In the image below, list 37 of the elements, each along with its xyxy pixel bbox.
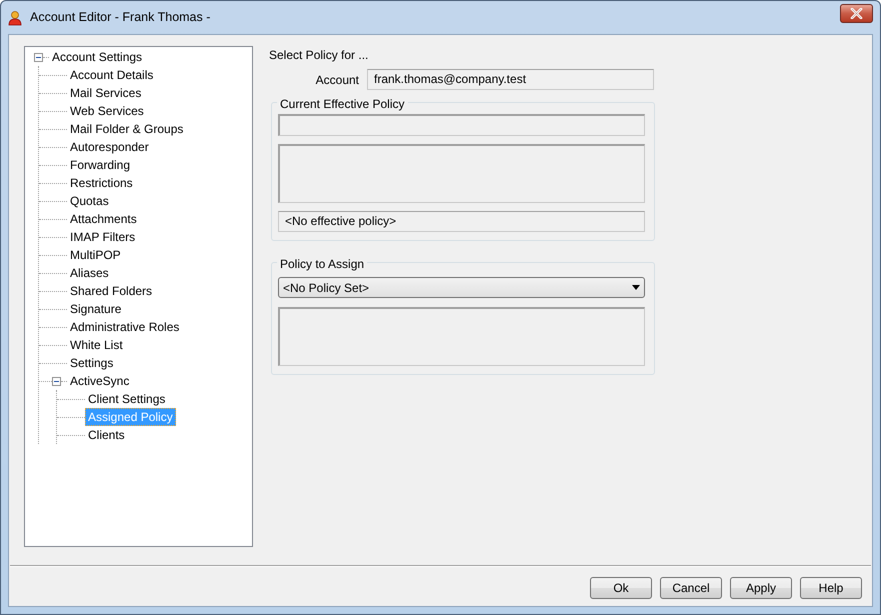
tree-item[interactable]: White List xyxy=(67,336,126,354)
window-title: Account Editor - Frank Thomas - xyxy=(30,9,210,26)
tree-item[interactable]: Signature xyxy=(67,300,124,318)
tree-item[interactable]: Autoresponder xyxy=(67,138,152,156)
tree-item[interactable]: Shared Folders xyxy=(67,282,156,300)
close-icon xyxy=(850,8,863,19)
tree-item[interactable]: Web Services xyxy=(67,102,147,120)
dialog-button[interactable]: Cancel xyxy=(660,577,722,599)
tree-item[interactable]: Mail Folder & Groups xyxy=(67,120,186,138)
account-field: frank.thomas@company.test xyxy=(367,69,654,90)
form-heading: Select Policy for ... xyxy=(269,47,370,64)
close-button[interactable] xyxy=(840,4,873,23)
tree-item[interactable]: Aliases xyxy=(67,264,112,282)
tree-item[interactable]: ActiveSync xyxy=(67,372,132,390)
collapse-icon[interactable] xyxy=(34,52,43,62)
tree-item[interactable]: IMAP Filters xyxy=(67,228,138,246)
status-field: <No effective policy> xyxy=(278,211,645,232)
user-icon xyxy=(8,10,22,26)
field-label: Account xyxy=(314,72,360,88)
tree-item[interactable]: Clients xyxy=(85,426,128,444)
collapse-icon[interactable] xyxy=(52,376,61,386)
tree-item[interactable]: Administrative Roles xyxy=(67,318,182,336)
tree-item[interactable]: Mail Services xyxy=(67,84,144,102)
tree-item[interactable]: Settings xyxy=(67,354,116,372)
tree-item[interactable]: Account Settings xyxy=(49,48,146,66)
dialog-button[interactable]: Apply xyxy=(730,577,792,599)
policy-dropdown[interactable]: <No Policy Set> xyxy=(278,277,645,298)
dialog-button[interactable]: Ok xyxy=(590,577,652,599)
dialog-button[interactable]: Help xyxy=(800,577,862,599)
tree-item[interactable]: Attachments xyxy=(67,210,140,228)
tree-item[interactable]: Quotas xyxy=(67,192,112,210)
tree-item[interactable]: Account Details xyxy=(67,66,156,84)
tree-item[interactable]: Restrictions xyxy=(67,174,136,192)
tree-item[interactable]: Client Settings xyxy=(85,390,168,408)
dropdown-caret-icon xyxy=(632,285,640,290)
tree-item[interactable]: MultiPOP xyxy=(67,246,124,264)
tree-item[interactable]: Forwarding xyxy=(67,156,134,174)
